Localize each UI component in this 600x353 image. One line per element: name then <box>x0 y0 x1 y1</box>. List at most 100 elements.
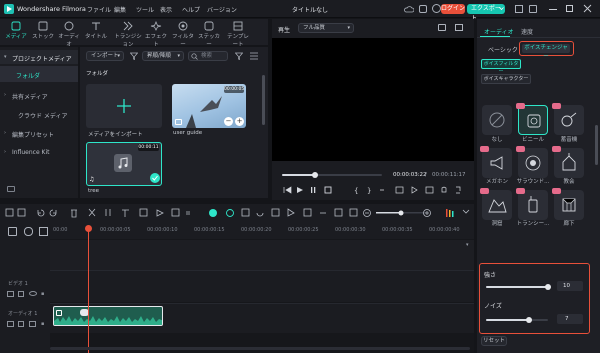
playback-progress-fill <box>282 174 315 176</box>
tab-effects[interactable]: エフェクト <box>145 21 167 48</box>
timeline-scroll-right-icon[interactable]: ▾ <box>466 242 472 248</box>
track-options-icon[interactable]: ▪ <box>41 321 47 327</box>
media-scrollbar[interactable] <box>262 75 265 125</box>
export-dropdown-icon[interactable] <box>499 6 504 11</box>
mute-speaker-icon[interactable] <box>29 321 36 327</box>
undo-icon[interactable] <box>36 208 44 216</box>
screenshot-icon[interactable] <box>424 186 433 194</box>
layout-icon[interactable] <box>515 5 523 13</box>
menu-edit[interactable]: 編集 <box>114 5 126 14</box>
menu-file[interactable]: ファイル <box>87 5 111 14</box>
visibility-eye-icon[interactable] <box>29 291 37 296</box>
tab-audio[interactable]: オーディオ <box>58 21 80 48</box>
effect-cave[interactable] <box>482 190 512 220</box>
display-settings-icon[interactable] <box>394 186 403 194</box>
chip-voice-filter[interactable]: ボイスフィルター <box>481 59 521 75</box>
effect-phonograph[interactable] <box>554 105 584 135</box>
track-options-icon[interactable]: ▪ <box>41 291 47 297</box>
mark-in-icon[interactable] <box>352 185 360 195</box>
timeline-scrollbar[interactable] <box>50 347 470 350</box>
more-options-icon[interactable] <box>249 52 259 60</box>
tab-effects-label: エフェクト <box>145 34 168 48</box>
menu-help[interactable]: ヘルプ <box>182 5 200 14</box>
menu-view[interactable]: 表示 <box>160 5 172 14</box>
strength-value-field[interactable]: 10 <box>557 281 583 291</box>
timeline-playhead[interactable] <box>88 229 89 353</box>
sidebar-item-cloud-media[interactable]: クラウド メディア <box>18 111 68 120</box>
transceiver-icon <box>528 196 538 213</box>
import-media-card[interactable] <box>86 84 162 128</box>
tab-filters[interactable]: フィルター <box>172 21 194 48</box>
tab-media[interactable]: メディア <box>5 21 27 40</box>
snapshot-icon[interactable] <box>438 24 446 31</box>
noise-value-field[interactable]: 7 <box>557 314 583 324</box>
folder-icon[interactable] <box>7 291 14 297</box>
login-button[interactable]: ログイン <box>441 4 465 14</box>
maximize-icon[interactable] <box>566 5 573 12</box>
cloud-icon[interactable] <box>404 5 414 13</box>
playhead-handle[interactable] <box>312 172 318 178</box>
minimize-icon[interactable] <box>549 9 557 10</box>
effect-none[interactable] <box>482 105 512 135</box>
zoom-slider[interactable] <box>376 209 426 215</box>
effect-hallway[interactable] <box>554 190 584 220</box>
subtab-voice-changer[interactable]: ボイスチェンジャー <box>519 41 574 60</box>
noise-slider-handle[interactable] <box>526 317 532 323</box>
sidebar-item-shared-media[interactable]: 共有メディア <box>12 92 48 101</box>
effect-vinyl[interactable] <box>518 105 548 135</box>
clip-audio-icon <box>56 310 62 316</box>
sidebar-chevron-icon: › <box>4 130 6 136</box>
quality-dropdown[interactable]: フル品質 ▾ <box>298 23 354 33</box>
effects-scrollbar[interactable] <box>595 125 598 165</box>
filter-icon[interactable] <box>130 52 138 60</box>
tab-stickers[interactable]: ステッカー <box>198 21 220 48</box>
lock-icon[interactable] <box>18 321 24 327</box>
tab-audio-properties[interactable]: オーディオ <box>484 27 514 36</box>
split-icon[interactable] <box>88 208 96 216</box>
playhead-marker-icon[interactable] <box>85 225 92 232</box>
link-icon[interactable] <box>24 227 33 236</box>
tab-templates[interactable]: テンプレート <box>225 21 251 48</box>
fullscreen-icon[interactable] <box>456 186 464 194</box>
effect-church[interactable] <box>554 148 584 178</box>
add-icon <box>117 99 131 113</box>
menu-version[interactable]: バージョン <box>207 5 237 14</box>
effect-surround[interactable] <box>518 148 548 178</box>
strength-slider-handle[interactable] <box>545 284 551 290</box>
tab-speed[interactable]: 速度 <box>521 27 533 36</box>
lock-icon[interactable] <box>18 291 24 297</box>
audio-clip[interactable] <box>53 306 163 326</box>
remove-icon[interactable]: − <box>224 117 233 126</box>
grid-layout-icon[interactable] <box>529 5 537 13</box>
reset-button[interactable]: リセット <box>481 336 507 346</box>
mark-out-icon[interactable] <box>365 185 373 195</box>
filter-options-icon[interactable] <box>235 52 243 60</box>
menu-tools[interactable]: ツール <box>136 5 154 14</box>
folder-icon[interactable] <box>7 321 14 327</box>
fullscreen-preview-icon[interactable] <box>455 24 463 31</box>
import-dropdown[interactable]: インポート ▾ <box>86 51 124 61</box>
subtab-basic[interactable]: ベーシック <box>488 45 518 54</box>
redo-icon[interactable] <box>52 208 60 216</box>
close-icon[interactable] <box>583 4 592 13</box>
volume-icon[interactable] <box>442 186 450 194</box>
tab-titles[interactable]: タイトル <box>85 21 107 40</box>
effect-transceiver[interactable] <box>518 190 548 220</box>
chip-voice-character[interactable]: ボイスキャラクター <box>481 74 531 84</box>
add-to-timeline-icon[interactable]: + <box>235 117 244 126</box>
delete-icon[interactable] <box>70 208 78 216</box>
sort-dropdown[interactable]: 昇順/降順 ▾ <box>142 51 184 61</box>
collapse-sidebar-icon[interactable] <box>7 186 15 192</box>
effect-megaphone[interactable] <box>482 148 512 178</box>
add-track-icon[interactable] <box>8 227 17 236</box>
notification-icon[interactable] <box>419 5 427 13</box>
tab-transitions[interactable]: トランジション <box>114 21 142 48</box>
ruler-label: 00:00:00:25 <box>288 227 319 233</box>
sidebar-item-edit-presets[interactable]: 編集プリセット <box>12 130 54 139</box>
tab-stock[interactable]: ストック <box>32 21 54 40</box>
video-preview[interactable] <box>272 38 474 161</box>
sidebar-item-influence-kit[interactable]: Influence Kit <box>12 149 50 156</box>
time-ruler[interactable]: 00:00 00:00:00:05 00:00:00:10 00:00:00:1… <box>50 221 474 239</box>
track-settings-icon[interactable] <box>39 227 48 236</box>
account-icon[interactable] <box>432 4 441 13</box>
